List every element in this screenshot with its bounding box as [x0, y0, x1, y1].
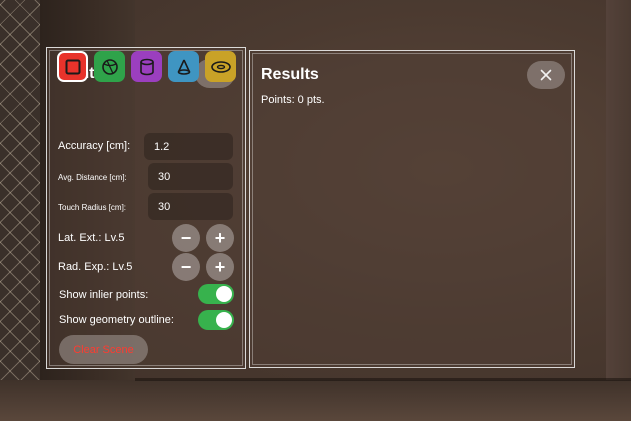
show-inlier-toggle[interactable] — [198, 284, 234, 304]
avg-distance-label: Avg. Distance [cm]: — [58, 173, 127, 182]
close-icon — [540, 69, 552, 81]
shape-cylinder-button[interactable] — [131, 51, 162, 82]
wall-post — [606, 0, 631, 421]
toggle-knob — [216, 312, 232, 328]
lat-ext-increase-button[interactable]: + — [206, 224, 234, 252]
floor — [0, 380, 631, 421]
cylinder-icon — [139, 58, 154, 75]
results-title: Results — [261, 66, 319, 83]
lat-ext-label: Lat. Ext.: Lv.5 — [58, 232, 125, 244]
show-outline-toggle[interactable] — [198, 310, 234, 330]
points-count: Points: 0 pts. — [261, 94, 325, 106]
show-inlier-label: Show inlier points: — [59, 289, 149, 301]
clear-scene-button[interactable]: Clear Scene — [59, 335, 148, 364]
shape-cone-button[interactable] — [168, 51, 199, 82]
accuracy-field[interactable]: 1.2 — [144, 133, 233, 160]
close-button[interactable] — [527, 61, 565, 89]
show-outline-label: Show geometry outline: — [59, 314, 174, 326]
touch-radius-label: Touch Radius [cm]: — [58, 203, 127, 212]
torus-icon — [210, 60, 231, 73]
toggle-knob — [216, 286, 232, 302]
shape-torus-button[interactable] — [205, 51, 236, 82]
sphere-icon — [101, 58, 118, 75]
rad-exp-increase-button[interactable]: + — [206, 253, 234, 281]
shape-sphere-button[interactable] — [94, 51, 125, 82]
baseboard — [135, 378, 631, 381]
avg-distance-field[interactable]: 30 — [148, 163, 233, 190]
shape-plane-button[interactable] — [57, 51, 88, 82]
accuracy-label: Accuracy [cm]: — [58, 140, 131, 152]
lat-ext-decrease-button[interactable]: − — [172, 224, 200, 252]
rad-exp-decrease-button[interactable]: − — [172, 253, 200, 281]
patterned-wallpaper — [0, 0, 40, 421]
cone-icon — [177, 59, 190, 75]
touch-radius-field[interactable]: 30 — [148, 193, 233, 220]
rad-exp-label: Rad. Exp.: Lv.5 — [58, 261, 133, 273]
square-icon — [65, 59, 80, 74]
